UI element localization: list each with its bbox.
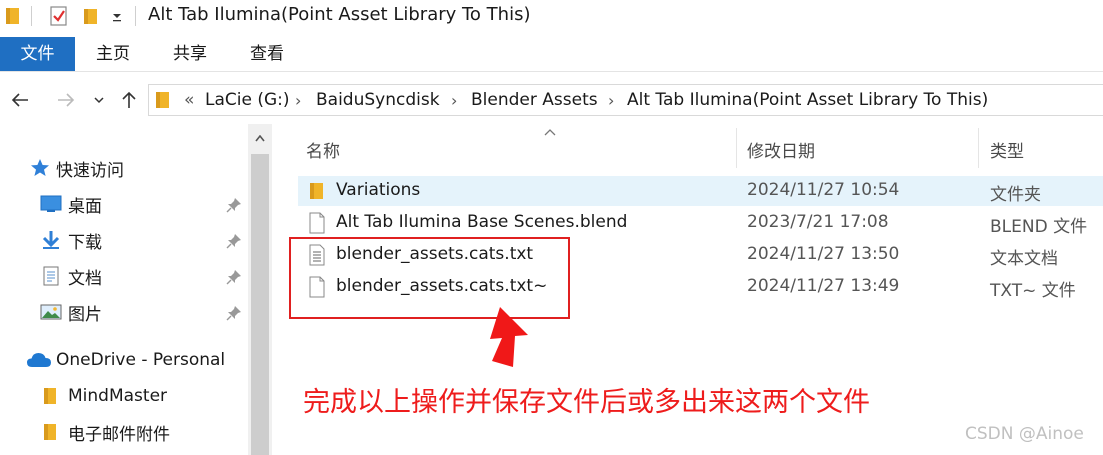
new-folder-icon[interactable] [82,5,100,27]
watermark: CSDN @Ainoe [965,424,1084,444]
nav-label: 下载 [68,232,102,253]
breadcrumb-current-folder[interactable]: Alt Tab Ilumina(Point Asset Library To T… [627,90,988,110]
breadcrumb-blender-assets[interactable]: Blender Assets [471,90,598,110]
download-arrow-icon [42,231,60,249]
star-icon [31,159,49,176]
cloud-icon [27,353,51,367]
nav-label: 文档 [68,268,102,289]
file-type: 文件夹 [990,185,1041,205]
file-date: 2024/11/27 13:49 [747,276,900,296]
scrollbar-thumb[interactable] [251,154,269,455]
file-row-variations[interactable]: Variations 2024/11/27 10:54 文件夹 [298,176,1103,206]
folder-icon [155,90,171,114]
file-name: Variations [336,180,421,200]
up-arrow-annotation-icon [490,307,528,367]
pin-icon[interactable] [226,197,242,213]
desktop-icon [40,195,62,212]
column-header-type[interactable]: 类型 [990,132,1103,172]
tab-home[interactable]: 主页 [88,37,138,71]
sort-ascending-icon [544,129,556,136]
pictures-icon [40,304,62,320]
file-row-blend[interactable]: Alt Tab Ilumina Base Scenes.blend 2023/7… [298,208,1103,238]
nav-label: 图片 [68,304,102,325]
tab-view[interactable]: 查看 [242,37,292,71]
pin-icon[interactable] [226,269,242,285]
nav-label: 电子邮件附件 [68,424,170,445]
file-type: TXT~ 文件 [990,281,1076,301]
up-arrow-icon[interactable] [117,88,141,112]
tab-file[interactable]: 文件 [0,37,75,71]
back-arrow-icon[interactable] [6,88,34,112]
folder-icon [310,183,323,199]
breadcrumb-drive[interactable]: LaCie (G:) [205,90,290,110]
file-name: Alt Tab Ilumina Base Scenes.blend [336,212,628,232]
nav-item-documents[interactable]: 文档 [40,261,102,291]
column-header-name[interactable]: 名称 [306,129,736,172]
nav-pane-scrollbar[interactable] [248,124,272,455]
folder-icon [44,424,56,440]
nav-label: MindMaster [68,386,168,406]
nav-label: 快速访问 [56,160,124,181]
nav-item-email-attachments[interactable]: 电子邮件附件 [40,417,170,447]
title-bar: Alt Tab Ilumina(Point Asset Library To T… [0,0,1103,34]
nav-item-desktop[interactable]: 桌面 [40,189,102,219]
breadcrumb-separator-icon[interactable]: › [608,91,614,110]
file-date: 2024/11/27 10:54 [747,180,900,200]
file-date: 2024/11/27 13:50 [747,244,900,264]
pin-icon[interactable] [226,305,242,321]
address-bar[interactable]: « LaCie (G:) › BaiduSyncdisk › Blender A… [148,84,1103,116]
nav-item-pictures[interactable]: 图片 [40,297,102,327]
folder-icon [44,388,56,404]
recent-locations-chevron-down-icon[interactable] [91,88,107,112]
file-icon [309,212,325,234]
nav-item-downloads[interactable]: 下载 [40,225,102,255]
pin-icon[interactable] [226,233,242,249]
scroll-up-arrow-icon[interactable] [248,124,272,152]
ribbon-tabs: 文件 主页 共享 查看 [0,37,1103,71]
window-title: Alt Tab Ilumina(Point Asset Library To T… [148,4,531,25]
folder-icon [4,5,22,27]
nav-label: 桌面 [68,196,102,217]
address-overflow[interactable]: « [184,90,194,110]
file-type: BLEND 文件 [990,217,1088,237]
nav-item-mindmaster[interactable]: MindMaster [40,381,167,411]
nav-label: OneDrive - Personal [56,350,226,370]
breadcrumb-separator-icon[interactable]: › [451,91,457,110]
breadcrumb-separator-icon[interactable]: › [295,91,301,110]
nav-item-onedrive[interactable]: OneDrive - Personal [26,345,225,375]
nav-item-quick-access[interactable]: 快速访问 [30,153,124,183]
annotation-note: 完成以上操作并保存文件后或多出来这两个文件 [303,387,870,418]
file-date: 2023/7/21 17:08 [747,212,889,232]
file-type: 文本文档 [990,249,1058,269]
navigation-bar: « LaCie (G:) › BaiduSyncdisk › Blender A… [0,78,1103,122]
properties-icon[interactable] [48,5,70,27]
column-header-date[interactable]: 修改日期 [747,132,977,172]
forward-arrow-icon[interactable] [52,88,80,112]
customize-quick-access-icon[interactable] [110,5,124,27]
tab-share[interactable]: 共享 [165,37,215,71]
navigation-pane: 快速访问 桌面 下载 文档 图片 OneDrive - Personal Min… [0,124,248,455]
breadcrumb-baidusyncdisk[interactable]: BaiduSyncdisk [316,90,440,110]
documents-icon [43,266,59,286]
